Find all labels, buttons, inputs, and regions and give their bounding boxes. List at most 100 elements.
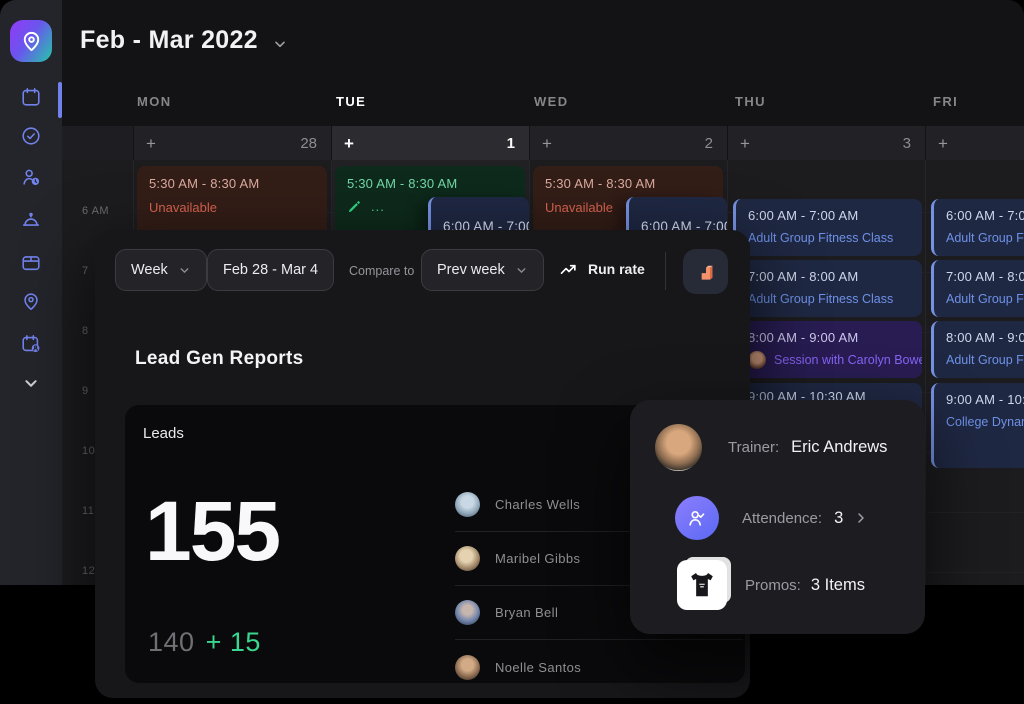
app-logo (10, 20, 52, 62)
day-label-thu: THU (735, 94, 766, 109)
day-label-wed: WED (534, 94, 569, 109)
event-time: 6:00 AM - 7:00 AM (748, 208, 910, 223)
date-cell-gutter (62, 126, 133, 160)
person-name: Maribel Gibbs (495, 551, 580, 566)
compare-select[interactable]: Prev week (421, 249, 544, 291)
day-label-fri: FRI (933, 94, 958, 109)
event-title: Session with Carolyn Bowers (774, 353, 922, 367)
person-name: Bryan Bell (495, 605, 558, 620)
add-event-button[interactable]: + (344, 135, 354, 152)
date-number: 1 (507, 135, 515, 152)
time-label: 9 (82, 385, 89, 397)
event-card[interactable]: 7:00 AM - 8:00 AM Adult Group Fitness Cl… (931, 260, 1024, 317)
avatar (748, 351, 766, 369)
event-card[interactable]: 8:00 AM - 9:00 AM Session with Carolyn B… (733, 321, 922, 378)
client-clock-icon[interactable] (20, 166, 42, 188)
leads-delta: + 15 (206, 627, 261, 658)
event-title: Adult Group Fitness Class (946, 292, 1024, 306)
time-label: 7 (82, 265, 89, 277)
event-time: 7:00 AM - 8:00 AM (748, 269, 910, 284)
trainer-row: Trainer: Eric Andrews (655, 422, 909, 472)
calendar-icon[interactable] (20, 86, 42, 108)
compare-to-label: Compare to (349, 264, 414, 278)
chevron-down-icon (178, 264, 191, 277)
run-rate-toggle[interactable]: Run rate (559, 259, 645, 279)
event-note: ... (371, 204, 385, 209)
date-number: 28 (300, 135, 317, 152)
edit-pencil-icon[interactable] (347, 199, 362, 214)
time-label: 10 (82, 445, 95, 457)
app-screen: 6 AM 7 8 9 10 11 12 MON TUE WED THU FRI … (0, 0, 1024, 704)
event-time: 5:30 AM - 8:30 AM (347, 176, 513, 191)
user-check-icon (686, 507, 708, 529)
active-nav-indicator (58, 82, 62, 118)
promos-value: 3 Items (811, 576, 865, 595)
date-range-button[interactable]: Feb 28 - Mar 4 (207, 249, 334, 291)
compare-value-label: Prev week (437, 262, 505, 278)
date-cell-tue[interactable]: + 1 (331, 126, 529, 160)
leads-previous: 140 (148, 627, 195, 658)
period-label: Week (131, 262, 168, 278)
add-event-button[interactable]: + (740, 135, 750, 152)
event-card[interactable]: 9:00 AM - 10:30 AM College Dynamics (931, 383, 1024, 468)
add-event-button[interactable]: + (146, 135, 156, 152)
day-label-mon: MON (137, 94, 172, 109)
location-pin-icon[interactable] (20, 290, 42, 312)
date-cell-mon[interactable]: + 28 (133, 126, 331, 160)
brand-block-icon (693, 259, 719, 285)
event-card[interactable]: 7:00 AM - 8:00 AM Adult Group Fitness Cl… (733, 260, 922, 317)
time-label: 6 AM (82, 205, 109, 217)
promo-item-thumbnail (677, 560, 727, 610)
add-event-button[interactable]: + (938, 135, 948, 152)
sidebar (0, 0, 62, 585)
event-time: 5:30 AM - 8:30 AM (545, 176, 711, 191)
avatar (655, 424, 702, 471)
event-title: Adult Group Fitness Class (946, 353, 1024, 367)
trainer-value: Eric Andrews (791, 438, 887, 457)
event-card[interactable]: 6:00 AM - 7:00 AM Adult Group Fitness Cl… (733, 199, 922, 256)
date-cell-wed[interactable]: + 2 (529, 126, 727, 160)
avatar (455, 600, 480, 625)
expand-more-icon[interactable] (20, 372, 42, 394)
tshirt-icon (684, 567, 720, 603)
attendance-icon-circle (675, 496, 719, 540)
leads-title: Leads (143, 425, 184, 442)
time-label: 12 (82, 565, 95, 577)
page-title[interactable]: Feb - Mar 2022 (80, 26, 258, 55)
panel-heading: Lead Gen Reports (135, 348, 303, 370)
staff-calendar-icon[interactable] (20, 333, 42, 355)
event-time: 8:00 AM - 9:00 AM (946, 330, 1024, 345)
integration-button[interactable] (683, 249, 728, 294)
attendance-row[interactable]: Attendence: 3 (675, 490, 909, 546)
trainer-label: Trainer: (728, 439, 779, 456)
promos-row[interactable]: Promos: 3 Items (677, 556, 909, 614)
chevron-down-icon (515, 264, 528, 277)
trending-up-icon (559, 259, 579, 279)
event-title: College Dynamics (946, 415, 1024, 429)
person-name: Noelle Santos (495, 660, 581, 675)
event-card[interactable]: 8:00 AM - 9:00 AM Adult Group Fitness Cl… (931, 321, 1024, 378)
event-title: Adult Group Fitness Class (748, 292, 910, 306)
person-name: Charles Wells (495, 497, 580, 512)
time-label: 11 (82, 505, 94, 517)
day-label-tue: TUE (336, 94, 366, 109)
time-label: 8 (82, 325, 89, 337)
chevron-down-icon[interactable] (272, 36, 288, 57)
period-select[interactable]: Week (115, 249, 207, 291)
event-time: 6:00 AM - 7:00 AM (946, 208, 1024, 223)
avatar (455, 546, 480, 571)
attendance-value: 3 (834, 509, 843, 528)
service-bell-icon[interactable] (20, 209, 42, 231)
date-cell-thu[interactable]: + 3 (727, 126, 925, 160)
check-circle-icon[interactable] (20, 125, 42, 147)
date-range-label: Feb 28 - Mar 4 (223, 262, 318, 278)
promos-label: Promos: (745, 577, 801, 594)
leads-comparison: 140 + 15 (148, 627, 261, 658)
date-cell-fri[interactable]: + (925, 126, 1024, 160)
chevron-right-icon (853, 510, 869, 526)
list-item[interactable]: Noelle Santos (455, 640, 743, 683)
package-box-icon[interactable] (20, 251, 42, 273)
add-event-button[interactable]: + (542, 135, 552, 152)
event-title: Unavailable (149, 200, 315, 215)
event-card[interactable]: 6:00 AM - 7:00 AM Adult Group Fitness Cl… (931, 199, 1024, 256)
